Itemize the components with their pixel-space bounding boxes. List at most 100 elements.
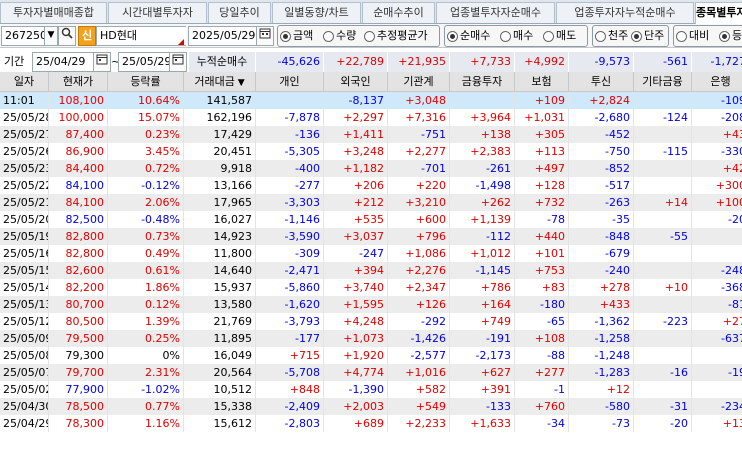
calendar-icon[interactable]	[256, 26, 274, 46]
column-header[interactable]: 기관계	[388, 72, 450, 92]
table-row[interactable]: 25/05/12 80,500 1.39% 21,769 -3,793 +4,248 -29…	[0, 313, 742, 330]
table-row[interactable]: 25/05/02 77,900 -1.02% 10,512 +848 -1,390 +582…	[0, 381, 742, 398]
cell-9: -240	[569, 262, 634, 279]
column-header[interactable]: 보험	[515, 72, 569, 92]
table-row[interactable]: 25/05/27 87,400 0.23% 17,429 -136 +1,411 -751 +…	[0, 126, 742, 143]
tab-3[interactable]: 일별동향/차트	[272, 2, 361, 23]
column-header[interactable]: 등락률	[108, 72, 184, 92]
table-row[interactable]: 25/05/09 79,500 0.25% 11,895 -177 +1,073 -1,42…	[0, 330, 742, 347]
radio-single-shares[interactable]: 단주	[631, 27, 664, 45]
cell-8: -88	[515, 347, 569, 364]
cumulative-sum-cell: -45,626	[256, 52, 324, 72]
cell-1: 108,100	[49, 92, 108, 109]
calendar-icon[interactable]	[169, 52, 187, 72]
tab-5[interactable]: 업종별투자자순매수	[436, 2, 555, 23]
period-from-input[interactable]: 25/04/29	[32, 52, 94, 72]
radio-change[interactable]: 등	[719, 27, 742, 45]
table-row[interactable]: 25/04/29 78,300 1.16% 15,612 -2,803 +689 +2,23…	[0, 415, 742, 432]
sort-arrow-icon[interactable]: ▼	[235, 78, 245, 88]
column-header[interactable]: 은행	[692, 72, 742, 92]
cell-7: +138	[450, 126, 515, 143]
table-row[interactable]: 25/05/20 82,500 -0.48% 16,027 -1,146 +535 +600…	[0, 211, 742, 228]
tab-2[interactable]: 당일추이	[208, 2, 271, 23]
cell-6: +3,048	[388, 92, 450, 109]
radio-circle	[595, 30, 606, 42]
cumulative-sum-cell: +4,992	[515, 52, 569, 72]
chevron-down-icon[interactable]: ▼	[44, 26, 58, 46]
table-row[interactable]: 25/05/13 80,700 0.12% 13,580 -1,620 +1,595 +12…	[0, 296, 742, 313]
cell-9: -1,283	[569, 364, 634, 381]
radio-avg-price[interactable]: 추정평균가	[364, 27, 428, 45]
cell-8: +109	[515, 92, 569, 109]
radio-amount[interactable]: 금액	[280, 27, 313, 45]
period-to-input[interactable]: 25/05/29	[118, 52, 170, 72]
radio-avg-price-label: 추정평균가	[377, 29, 428, 42]
cell-6: +2,276	[388, 262, 450, 279]
stock-code-input[interactable]: 267250	[1, 26, 45, 46]
cell-10	[634, 262, 692, 279]
cell-5: +1,411	[324, 126, 388, 143]
cell-2: 15.07%	[108, 109, 184, 126]
table-row[interactable]: 25/05/15 82,600 0.61% 14,640 -2,471 +394 +2,27…	[0, 262, 742, 279]
radio-thousand-shares[interactable]: 천주	[595, 27, 628, 45]
table-row[interactable]: 25/05/19 82,800 0.73% 14,923 -3,590 +3,037 +79…	[0, 228, 742, 245]
table-row[interactable]: 25/05/23 84,400 0.72% 9,918 -400 +1,182 -701 -2…	[0, 160, 742, 177]
table-row[interactable]: 25/05/16 82,800 0.49% 11,800 -309 -247 +1,086 +…	[0, 245, 742, 262]
search-icon[interactable]	[58, 26, 76, 46]
column-header[interactable]: 거래대금 ▼	[184, 72, 256, 92]
tab-6[interactable]: 업종투자자누적순매수	[556, 2, 694, 23]
column-header[interactable]: 일자	[0, 72, 49, 92]
cell-5: +1,920	[324, 347, 388, 364]
tab-0[interactable]: 투자자별매매종합	[0, 2, 107, 23]
column-header-label: 투신	[590, 75, 612, 88]
cell-6: -701	[388, 160, 450, 177]
radio-buy[interactable]: 매수	[500, 27, 533, 45]
column-header[interactable]: 현재가	[49, 72, 108, 92]
credit-badge[interactable]: 신	[78, 26, 96, 46]
radio-quantity[interactable]: 수량	[323, 27, 356, 45]
cell-0: 25/05/12	[0, 313, 49, 330]
cell-1: 78,500	[49, 398, 108, 415]
radio-change-label: 등	[732, 29, 742, 42]
cell-2: 0.12%	[108, 296, 184, 313]
column-header[interactable]: 외국인	[324, 72, 388, 92]
column-header[interactable]: 투신	[569, 72, 634, 92]
radio-amount-label: 금액	[293, 29, 314, 42]
radio-compare[interactable]: 대비	[676, 27, 709, 45]
cell-9: -263	[569, 194, 634, 211]
column-header-label: 일자	[13, 75, 35, 88]
table-row[interactable]: 25/05/21 84,100 2.06% 17,965 -3,303 +212 +3,21…	[0, 194, 742, 211]
cell-10: +10	[634, 279, 692, 296]
cell-2: 0.73%	[108, 228, 184, 245]
table-row[interactable]: 25/04/30 78,500 0.77% 15,338 -2,409 +2,003 +54…	[0, 398, 742, 415]
cumulative-sum-cell: +7,733	[450, 52, 515, 72]
table-row[interactable]: 25/05/08 79,300 0% 16,049 +715 +1,920 -2,577 -2…	[0, 347, 742, 364]
cell-10: -16	[634, 364, 692, 381]
table-row[interactable]: 25/05/28 100,000 15.07% 162,196 -7,878 +2,297…	[0, 109, 742, 126]
table-row[interactable]: 25/05/22 84,100 -0.12% 13,166 -277 +206 +220 -1…	[0, 177, 742, 194]
radio-sell[interactable]: 매도	[543, 27, 576, 45]
cell-5: +212	[324, 194, 388, 211]
tab-4[interactable]: 순매수추이	[362, 2, 435, 23]
cell-6: -292	[388, 313, 450, 330]
tab-1[interactable]: 시간대별투자자	[108, 2, 207, 23]
date-input[interactable]: 2025/05/29	[188, 26, 258, 46]
cell-0: 25/04/29	[0, 415, 49, 432]
calendar-icon[interactable]	[93, 52, 111, 72]
cell-2: 2.06%	[108, 194, 184, 211]
cell-6: +2,277	[388, 143, 450, 160]
table-row[interactable]: 25/05/26 86,900 3.45% 20,451 -5,305 +3,248 +2,…	[0, 143, 742, 160]
table-row[interactable]: 25/05/07 79,700 2.31% 20,564 -5,708 +4,774 +1,…	[0, 364, 742, 381]
column-header[interactable]: 개인	[256, 72, 324, 92]
cell-6: +549	[388, 398, 450, 415]
table-row[interactable]: 11:01 108,100 10.64% 141,587 -8,137 +3,048 +10…	[0, 92, 742, 109]
tab-7[interactable]: 종목별투자자	[695, 2, 742, 24]
radio-circle	[500, 30, 511, 42]
cell-1: 82,600	[49, 262, 108, 279]
column-header[interactable]: 기타금융	[634, 72, 692, 92]
column-header-label: 외국인	[340, 75, 371, 88]
column-header[interactable]: 금융투자	[450, 72, 515, 92]
table-row[interactable]: 25/05/14 82,200 1.86% 15,937 -5,860 +3,740 +2,…	[0, 279, 742, 296]
cell-4: -3,590	[256, 228, 324, 245]
radio-net-buy[interactable]: 순매수	[447, 27, 490, 45]
